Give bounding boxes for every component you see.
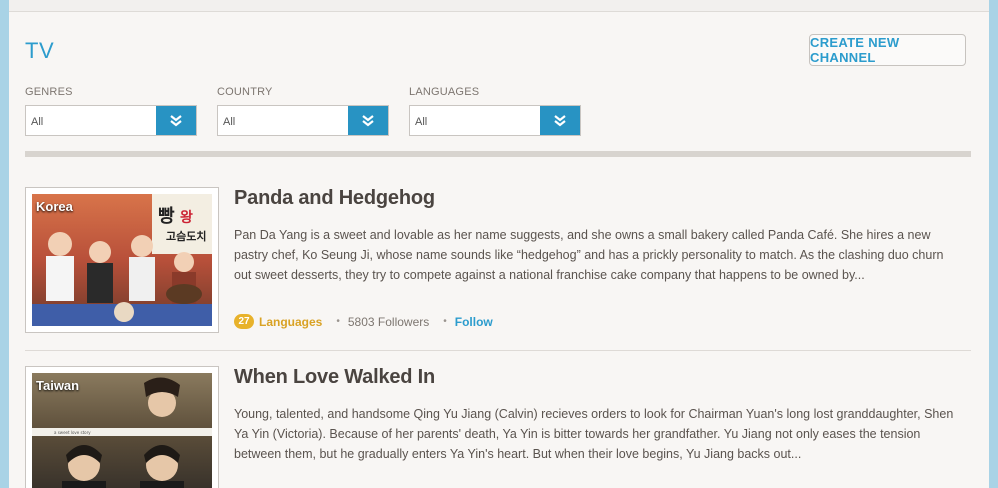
svg-text:고슴도치: 고슴도치 bbox=[166, 229, 206, 243]
content-panel: TV CREATE NEW CHANNEL GENRES All COUNTRY… bbox=[9, 0, 989, 488]
country-label: COUNTRY bbox=[217, 86, 273, 98]
svg-text:a sweet love story: a sweet love story bbox=[54, 430, 91, 435]
genres-filter: GENRES All bbox=[25, 86, 197, 136]
channel-meta: 27 Languages • 5803 Followers • Follow bbox=[234, 314, 493, 329]
country-dropdown-button[interactable] bbox=[348, 106, 388, 135]
languages-label: LANGUAGES bbox=[409, 86, 480, 98]
genres-select[interactable]: All bbox=[25, 105, 197, 136]
poster-image: a sweet love story Taiwan bbox=[32, 373, 212, 488]
top-strip bbox=[9, 0, 989, 12]
country-filter: COUNTRY All bbox=[217, 86, 389, 136]
channel-item: 빵 왕 고슴도치 Korea Panda and Hedgehog Pan Da… bbox=[25, 187, 971, 347]
page-title: TV bbox=[25, 38, 55, 63]
genres-label: GENRES bbox=[25, 86, 73, 98]
create-new-channel-button[interactable]: CREATE NEW CHANNEL bbox=[809, 34, 966, 66]
genres-dropdown-button[interactable] bbox=[156, 106, 196, 135]
followers-count: 5803 Followers bbox=[347, 314, 430, 329]
country-tag: Taiwan bbox=[36, 378, 80, 393]
channel-item: a sweet love story Taiwan When Love Walk… bbox=[25, 366, 971, 488]
poster-image: 빵 왕 고슴도치 Korea bbox=[32, 194, 212, 326]
genres-value: All bbox=[31, 116, 44, 128]
languages-select[interactable]: All bbox=[409, 105, 581, 136]
double-chevron-down-icon bbox=[170, 114, 182, 126]
country-tag: Korea bbox=[36, 199, 73, 214]
separator-dot: • bbox=[443, 316, 447, 327]
separator-dot: • bbox=[336, 316, 340, 327]
channel-description: Pan Da Yang is a sweet and lovable as he… bbox=[234, 228, 944, 282]
item-divider bbox=[25, 350, 971, 351]
channel-thumbnail[interactable]: a sweet love story Taiwan bbox=[25, 366, 219, 488]
languages-dropdown-button[interactable] bbox=[540, 106, 580, 135]
follow-link[interactable]: Follow bbox=[455, 315, 493, 329]
filter-divider bbox=[25, 151, 971, 157]
languages-count-badge[interactable]: 27 bbox=[234, 314, 254, 329]
channel-thumbnail[interactable]: 빵 왕 고슴도치 Korea bbox=[25, 187, 219, 333]
country-select[interactable]: All bbox=[217, 105, 389, 136]
country-value: All bbox=[223, 116, 236, 128]
channel-title[interactable]: Panda and Hedgehog bbox=[234, 187, 435, 210]
double-chevron-down-icon bbox=[362, 114, 374, 126]
svg-text:왕: 왕 bbox=[180, 210, 193, 226]
languages-filter: LANGUAGES All bbox=[409, 86, 581, 136]
channel-description: Young, talented, and handsome Qing Yu Ji… bbox=[234, 407, 954, 461]
double-chevron-down-icon bbox=[554, 114, 566, 126]
languages-link[interactable]: Languages bbox=[259, 315, 322, 329]
channel-title[interactable]: When Love Walked In bbox=[234, 366, 435, 389]
languages-value: All bbox=[415, 116, 428, 128]
svg-text:빵: 빵 bbox=[158, 206, 175, 227]
